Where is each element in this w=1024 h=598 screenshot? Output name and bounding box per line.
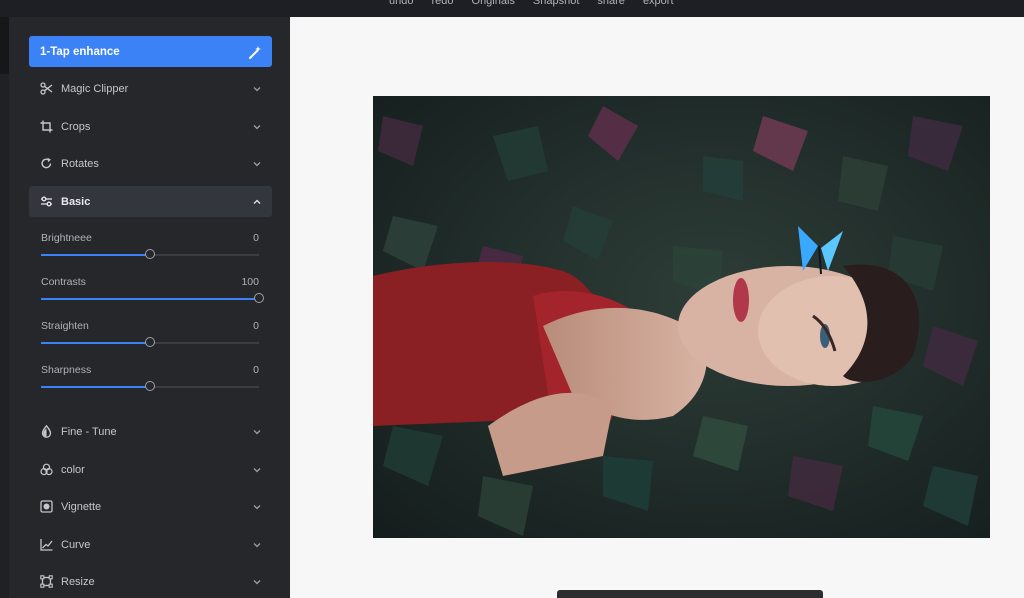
brightness-value: 0 xyxy=(253,232,259,244)
sharpness-value: 0 xyxy=(253,364,259,376)
chevron-down-icon xyxy=(253,124,261,129)
slider-fill xyxy=(41,254,150,256)
drop-icon xyxy=(41,425,52,438)
sidebar-item-label: Magic Clipper xyxy=(61,82,129,95)
slider-fill xyxy=(41,298,259,300)
edited-photo[interactable] xyxy=(373,96,990,538)
brightness-label: Brightneee xyxy=(41,232,92,244)
chevron-up-icon xyxy=(253,199,261,204)
sidebar-item-label: Curve xyxy=(61,538,91,551)
sharpness-slider[interactable] xyxy=(41,381,259,391)
sidebar-item-label: Rotates xyxy=(61,157,99,170)
slider-handle[interactable] xyxy=(145,381,155,391)
sharpness-slider-group: Sharpness 0 xyxy=(41,364,259,391)
chevron-down-icon xyxy=(253,542,261,547)
sidebar-item-rotates[interactable]: Rotates xyxy=(29,148,272,179)
sidebar-item-curve[interactable]: Curve xyxy=(29,529,272,560)
scissors-icon xyxy=(40,82,53,95)
sidebar-item-resize[interactable]: Resize xyxy=(29,566,272,597)
sidebar-item-label: Vignette xyxy=(61,500,102,513)
sidebar-item-crops[interactable]: Crops xyxy=(29,111,272,142)
sidebar-item-fine-tune[interactable]: Fine - Tune xyxy=(29,416,272,447)
undo-button[interactable]: undo xyxy=(380,0,422,10)
contrast-value: 100 xyxy=(241,276,259,288)
sidebar-item-label: Resize xyxy=(61,575,95,588)
left-edge-segment xyxy=(0,74,9,598)
sliders-icon xyxy=(41,196,52,207)
sharpness-label: Sharpness xyxy=(41,364,92,376)
sidebar-item-label: color xyxy=(61,463,85,476)
top-menu: undo redo Originals Snapshot share expor… xyxy=(380,0,683,10)
color-circles-icon xyxy=(40,463,53,476)
slider-fill xyxy=(41,342,150,344)
left-edge-strip xyxy=(0,17,9,598)
chevron-down-icon xyxy=(253,467,261,472)
chevron-down-icon xyxy=(253,579,261,584)
sidebar-item-vignette[interactable]: Vignette xyxy=(29,491,272,522)
vignette-icon xyxy=(40,500,53,513)
redo-button[interactable]: redo xyxy=(422,0,462,10)
contrast-label: Contrasts xyxy=(41,276,86,288)
slider-handle[interactable] xyxy=(145,337,155,347)
straighten-slider[interactable] xyxy=(41,337,259,347)
sidebar-item-magic-clipper[interactable]: Magic Clipper xyxy=(29,73,272,104)
chevron-down-icon xyxy=(253,161,261,166)
chevron-down-icon xyxy=(253,429,261,434)
straighten-label: Straighten xyxy=(41,320,89,332)
one-tap-enhance-button[interactable]: 1-Tap enhance xyxy=(29,36,272,67)
contrast-slider[interactable] xyxy=(41,293,264,303)
contrast-slider-group: Contrasts 100 xyxy=(41,276,264,303)
share-button[interactable]: share xyxy=(588,0,634,10)
sidebar-item-color[interactable]: color xyxy=(29,454,272,485)
photo-illustration xyxy=(373,96,990,538)
sidebar-item-basic[interactable]: Basic xyxy=(29,186,272,217)
crop-icon xyxy=(40,120,53,133)
enhance-label: 1-Tap enhance xyxy=(40,45,120,58)
brightness-slider[interactable] xyxy=(41,249,259,259)
rotate-icon xyxy=(41,157,52,169)
slider-handle[interactable] xyxy=(254,293,264,303)
resize-icon xyxy=(40,575,53,588)
magic-wand-icon xyxy=(249,45,261,59)
originals-button[interactable]: Originals xyxy=(463,0,524,10)
sidebar-item-label: Fine - Tune xyxy=(61,425,117,438)
brightness-slider-group: Brightneee 0 xyxy=(41,232,259,259)
slider-handle[interactable] xyxy=(145,249,155,259)
top-toolbar: undo redo Originals Snapshot share expor… xyxy=(0,0,1024,17)
straighten-value: 0 xyxy=(253,320,259,332)
straighten-slider-group: Straighten 0 xyxy=(41,320,259,347)
curve-icon xyxy=(40,539,53,551)
chevron-down-icon xyxy=(253,504,261,509)
slider-fill xyxy=(41,386,150,388)
bottom-panel-edge xyxy=(557,590,823,598)
sidebar-item-label: Crops xyxy=(61,120,91,133)
chevron-down-icon xyxy=(253,86,261,91)
sidebar-item-label: Basic xyxy=(61,195,91,208)
export-button[interactable]: export xyxy=(634,0,683,10)
edit-sidebar: 1-Tap enhance Magic Clipper Crops Rotate… xyxy=(9,17,290,598)
snapshot-button[interactable]: Snapshot xyxy=(524,0,588,10)
